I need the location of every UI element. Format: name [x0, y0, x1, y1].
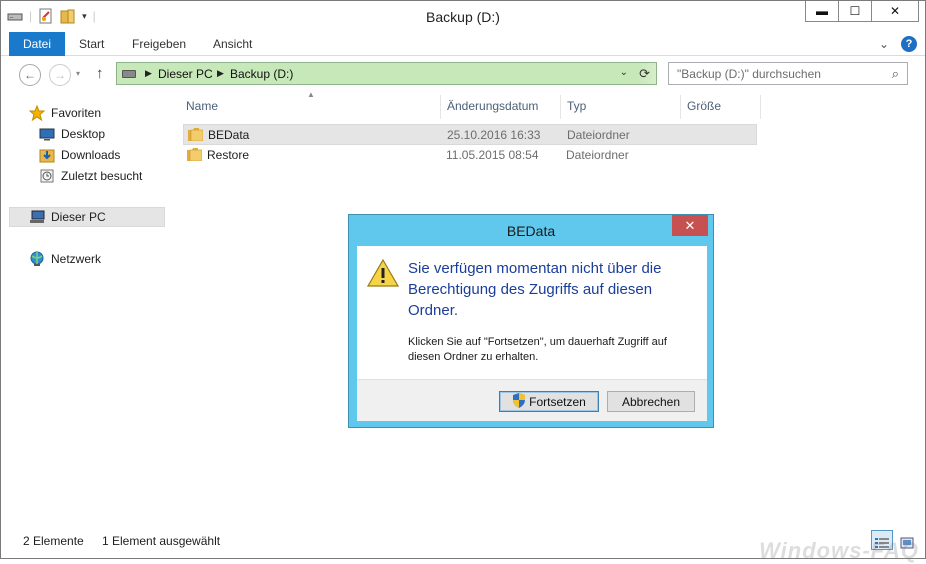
- file-name: BEData: [208, 128, 250, 142]
- selection-count: 1 Element ausgewählt: [102, 534, 221, 548]
- arrow-up-icon: ↑: [96, 65, 104, 82]
- window-controls: ▬ ☐ ✕: [805, 1, 919, 22]
- continue-button[interactable]: Fortsetzen: [499, 391, 599, 412]
- help-icon[interactable]: ?: [901, 36, 917, 52]
- folder-icon: [188, 128, 203, 141]
- column-header-size[interactable]: Größe: [681, 95, 761, 119]
- permission-dialog: BEData ✕ Sie verfügen momentan nicht übe…: [348, 214, 714, 428]
- address-dropdown-icon[interactable]: ⌄: [620, 67, 628, 78]
- warning-icon: [366, 258, 400, 290]
- sidebar-item-favoriten[interactable]: Favoriten: [29, 103, 101, 123]
- watermark-logo: Windows-FAQ: [759, 538, 919, 563]
- dialog-message: Sie verfügen momentan nicht über die Ber…: [408, 260, 662, 319]
- recent-locations-icon[interactable]: ▾: [76, 69, 80, 78]
- dialog-body: Sie verfügen momentan nicht über die Ber…: [357, 246, 707, 421]
- tab-datei[interactable]: Datei: [9, 32, 65, 56]
- ribbon-tabs: Datei Start Freigeben Ansicht ⌄ ?: [1, 32, 925, 56]
- file-date: 11.05.2015 08:54: [446, 148, 539, 162]
- dialog-footer: Fortsetzen Abbrechen: [357, 379, 707, 421]
- maximize-button[interactable]: ☐: [838, 1, 872, 22]
- sidebar-item-label: Dieser PC: [51, 210, 106, 224]
- column-header-type[interactable]: Typ: [561, 95, 681, 119]
- star-icon: [29, 105, 45, 121]
- drive-icon: [122, 70, 136, 78]
- breadcrumb-dieser-pc[interactable]: Dieser PC: [158, 67, 213, 81]
- breadcrumb-backup[interactable]: Backup (D:): [230, 67, 293, 81]
- sidebar-item-label: Favoriten: [51, 106, 102, 120]
- item-count: 2 Elemente: [23, 534, 84, 548]
- ribbon-right-controls: ⌄ ?: [879, 36, 917, 52]
- file-type: Dateiordner: [566, 148, 629, 162]
- dialog-detail: Klicken Sie auf "Fortsetzen", um dauerha…: [408, 336, 667, 363]
- downloads-icon: [39, 147, 55, 163]
- network-icon: [29, 251, 45, 267]
- desktop-icon: [39, 126, 55, 142]
- file-name: Restore: [207, 148, 250, 162]
- table-row[interactable]: Restore 11.05.2015 08:54 Dateiordner: [183, 145, 757, 166]
- arrow-right-icon: →: [54, 68, 66, 82]
- sidebar-item-label: Zuletzt besucht: [61, 169, 143, 183]
- window-title: Backup (D:): [426, 9, 500, 25]
- address-bar[interactable]: ▶ Dieser PC ▶ Backup (D:) ⌄ ⟳: [116, 62, 657, 85]
- minimize-button[interactable]: ▬: [805, 1, 839, 22]
- tab-start[interactable]: Start: [79, 32, 104, 56]
- sidebar-item-label: Netzwerk: [51, 252, 102, 266]
- column-header-name[interactable]: Name: [180, 95, 441, 119]
- table-row[interactable]: BEData 25.10.2016 16:33 Dateiordner: [183, 124, 757, 145]
- cancel-button[interactable]: Abbrechen: [607, 391, 695, 412]
- sidebar-item-zuletzt-besucht[interactable]: Zuletzt besucht: [39, 166, 142, 186]
- breadcrumb-separator-icon[interactable]: ▶: [145, 68, 152, 79]
- sidebar-item-label: Desktop: [61, 127, 106, 141]
- close-button[interactable]: ✕: [871, 1, 919, 22]
- chevron-down-icon[interactable]: ⌄: [879, 37, 889, 51]
- search-icon[interactable]: ⌕: [892, 66, 899, 82]
- recent-icon: [39, 168, 55, 184]
- arrow-left-icon: ←: [24, 68, 36, 82]
- explorer-window: | ▾ | Backup (D:) ▬ ☐ ✕ Datei Start Frei…: [0, 0, 926, 563]
- computer-icon: [29, 209, 45, 225]
- cancel-button-label: Abbrechen: [621, 394, 681, 409]
- column-header-date[interactable]: Änderungsdatum: [441, 95, 561, 119]
- title-bar: | ▾ | Backup (D:) ▬ ☐ ✕: [1, 1, 925, 32]
- dialog-close-button[interactable]: ✕: [672, 215, 708, 236]
- uac-shield-icon: [512, 392, 526, 411]
- dialog-title: BEData: [506, 223, 556, 239]
- status-bar: 2 Elemente 1 Element ausgewählt Windows-…: [1, 528, 925, 563]
- sidebar-item-downloads[interactable]: Downloads: [39, 145, 120, 165]
- sidebar-item-label: Downloads: [61, 148, 121, 162]
- file-type: Dateiordner: [567, 128, 630, 142]
- folder-icon: [187, 148, 202, 161]
- file-date: 25.10.2016 16:33: [447, 128, 541, 142]
- navigation-bar: ← → ▾ ↑ ▶ Dieser PC ▶ Backup (D:) ⌄ ⟳ "B…: [1, 56, 925, 92]
- breadcrumb-separator-icon[interactable]: ▶: [217, 68, 224, 79]
- sidebar-item-desktop[interactable]: Desktop: [39, 124, 105, 144]
- search-input[interactable]: "Backup (D:)" durchsuchen: [677, 67, 821, 81]
- sidebar-item-netzwerk[interactable]: Netzwerk: [29, 249, 101, 269]
- up-button[interactable]: ↑: [96, 65, 104, 82]
- continue-button-label: Fortsetzen: [529, 394, 586, 409]
- tab-freigeben[interactable]: Freigeben: [132, 32, 186, 56]
- tab-ansicht[interactable]: Ansicht: [213, 32, 252, 56]
- navigation-pane: Favoriten Desktop Downloads Zuletzt besu…: [1, 92, 167, 527]
- refresh-icon[interactable]: ⟳: [639, 66, 650, 82]
- sidebar-item-dieser-pc[interactable]: Dieser PC: [29, 207, 106, 227]
- back-button[interactable]: ←: [19, 64, 41, 86]
- search-box[interactable]: "Backup (D:)" durchsuchen ⌕: [668, 62, 908, 85]
- forward-button[interactable]: →: [49, 64, 71, 86]
